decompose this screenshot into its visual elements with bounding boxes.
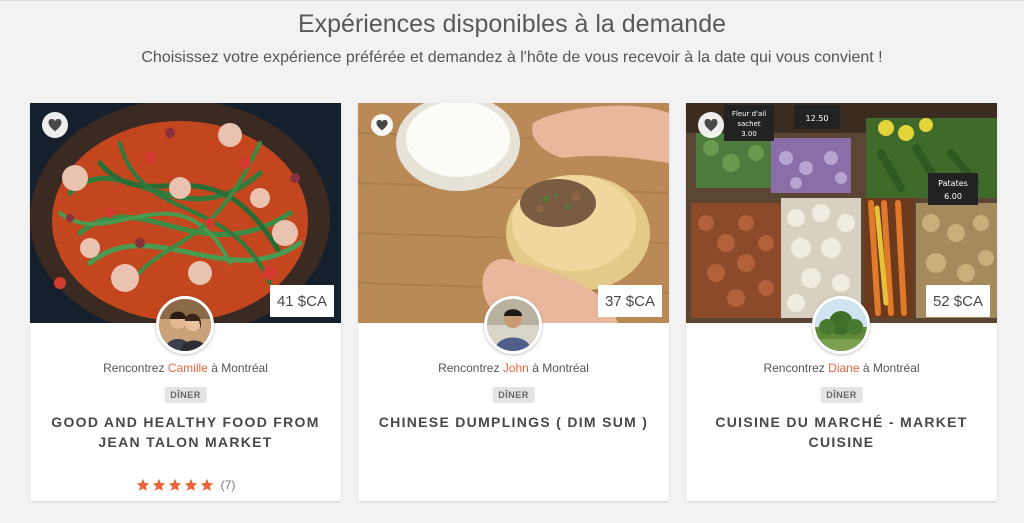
review-count: (7) bbox=[220, 478, 236, 492]
meet-prefix: Rencontrez bbox=[763, 361, 825, 375]
page-title: Expériences disponibles à la demande bbox=[297, 10, 727, 38]
heart-icon bbox=[376, 119, 388, 130]
market-sign: Patates bbox=[938, 179, 968, 188]
garden-avatar[interactable] bbox=[812, 296, 870, 354]
star-icon bbox=[200, 478, 213, 491]
market-sign: sachet bbox=[737, 120, 761, 128]
experience-title[interactable]: CHINESE DUMPLINGS ( DIM SUM ) bbox=[364, 412, 663, 432]
dumpling-making-photo[interactable]: 37 $CA bbox=[358, 103, 669, 323]
couple-avatar[interactable] bbox=[156, 296, 214, 354]
experience-card-camille[interactable]: 41 $CA Rencontrez Camille à Montréal DÎN… bbox=[30, 103, 341, 501]
favorite-heart-button[interactable] bbox=[698, 112, 724, 138]
star-icon bbox=[152, 478, 165, 491]
experience-title[interactable]: GOOD AND HEALTHY FOOD FROM JEAN TALON MA… bbox=[36, 412, 335, 452]
market-sign: Fleur d'ail bbox=[732, 110, 766, 118]
man-avatar[interactable] bbox=[484, 296, 542, 354]
meet-location: à Montréal bbox=[532, 361, 589, 375]
host-name[interactable]: Diane bbox=[828, 361, 859, 375]
host-line: Rencontrez Camille à Montréal bbox=[30, 361, 341, 375]
heart-icon bbox=[48, 118, 62, 131]
category-tag: DÎNER bbox=[820, 387, 863, 403]
star-icon bbox=[168, 478, 181, 491]
star-rating: (7) bbox=[30, 478, 341, 492]
experience-title[interactable]: CUISINE DU MARCHÉ - MARKET CUISINE bbox=[692, 412, 991, 452]
host-line: Rencontrez Diane à Montréal bbox=[686, 361, 997, 375]
meet-location: à Montréal bbox=[211, 361, 268, 375]
heart-icon bbox=[704, 118, 718, 131]
star-icon bbox=[184, 478, 197, 491]
meet-prefix: Rencontrez bbox=[438, 361, 500, 375]
market-vegetables-photo[interactable]: Fleur d'ail sachet 3.00 12.50 Patates 6.… bbox=[686, 103, 997, 323]
market-sign: 3.00 bbox=[741, 130, 757, 138]
pasta-with-octopus-photo[interactable]: 41 $CA bbox=[30, 103, 341, 323]
price-badge: 37 $CA bbox=[597, 285, 662, 317]
page-header: Expériences disponibles à la demande Cho… bbox=[0, 8, 1024, 68]
host-name[interactable]: Camille bbox=[168, 361, 208, 375]
price-badge: 41 $CA bbox=[269, 285, 334, 317]
category-tag: DÎNER bbox=[164, 387, 207, 403]
experience-card-diane[interactable]: Fleur d'ail sachet 3.00 12.50 Patates 6.… bbox=[686, 103, 997, 501]
price-badge: 52 $CA bbox=[925, 285, 990, 317]
top-divider bbox=[0, 0, 1024, 1]
favorite-heart-button[interactable] bbox=[42, 112, 68, 138]
meet-prefix: Rencontrez bbox=[103, 361, 165, 375]
market-sign: 12.50 bbox=[806, 114, 829, 123]
category-tag: DÎNER bbox=[492, 387, 535, 403]
host-line: Rencontrez John à Montréal bbox=[358, 361, 669, 375]
meet-location: à Montréal bbox=[862, 361, 920, 375]
page-subtitle: Choisissez votre expérience préférée et … bbox=[141, 49, 883, 66]
host-name[interactable]: John bbox=[503, 361, 529, 375]
market-sign: 6.00 bbox=[944, 192, 962, 201]
experience-card-john[interactable]: 37 $CA Rencontrez John à Montréal DÎNER … bbox=[358, 103, 669, 501]
favorite-heart-button[interactable] bbox=[371, 114, 393, 136]
star-icon bbox=[136, 478, 149, 491]
